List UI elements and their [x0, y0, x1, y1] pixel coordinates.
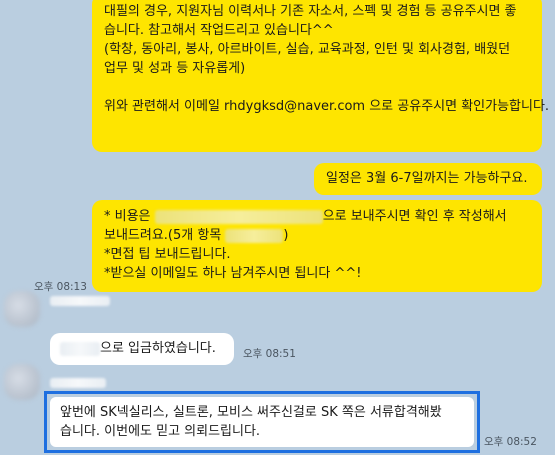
message-line: 앞번에 SK넥실리스, 실트론, 모비스 써주신걸로 SK 쪽은 서류합격해봤 — [60, 405, 442, 420]
message-line: 대필의 경우, 지원자님 이력서나 기존 자소서, 스펙 및 경험 등 공유주시… — [104, 4, 517, 19]
message-line — [104, 78, 530, 97]
message-text: 으로 입금하였습니다. — [100, 341, 216, 356]
message-line: 으로 입금하였습니다. — [60, 339, 224, 358]
message-text: 으로 보내주시면 확인 후 작성해서 — [322, 209, 507, 224]
message-line: 습니다. 이번에도 믿고 의뢰드립니다. — [60, 424, 261, 439]
redacted-sender-name — [50, 378, 106, 388]
message-text: ) — [283, 228, 289, 243]
message-text: 보내드려요.(5개 항목 — [104, 228, 226, 243]
other-message-bubble[interactable]: 앞번에 SK넥실리스, 실트론, 모비스 써주신걸로 SK 쪽은 서류합격해봤 … — [50, 397, 474, 447]
message-line: 보내드려요.(5개 항목 ) — [104, 226, 530, 245]
other-message-bubble[interactable]: 으로 입금하였습니다. — [50, 333, 234, 365]
redacted-amount — [225, 228, 284, 243]
message-timestamp: 오후 08:13 — [34, 281, 87, 293]
message-line: *받으실 이메일도 하나 남겨주시면 됩니다 ^^! — [104, 266, 362, 281]
message-line: (학창, 동아리, 봉사, 아르바이트, 실습, 교육과정, 인턴 및 회사경험… — [104, 42, 511, 57]
redacted-amount — [154, 209, 323, 224]
message-line: 위와 관련해서 이메일 rhdygksd@naver.com 으로 공유주시면 … — [104, 99, 550, 114]
sender-avatar[interactable] — [4, 364, 40, 400]
my-message-bubble[interactable]: * 비용은 으로 보내주시면 확인 후 작성해서 보내드려요.(5개 항목 ) … — [92, 200, 542, 292]
message-line: * 비용은 으로 보내주시면 확인 후 작성해서 — [104, 207, 530, 226]
message-timestamp: 오후 08:52 — [484, 436, 537, 448]
my-message-bubble[interactable]: 대필의 경우, 지원자님 이력서나 기존 자소서, 스펙 및 경험 등 공유주시… — [92, 0, 550, 152]
message-line: 습니다. 참고해서 작업드리고 있습니다^^ — [104, 23, 334, 38]
message-line: *면접 팁 보내드립니다. — [104, 247, 231, 262]
message-timestamp: 오후 08:51 — [243, 348, 296, 360]
message-line: 업무 및 성과 등 자유롭게) — [104, 61, 246, 76]
redacted-account — [60, 341, 100, 356]
sender-avatar[interactable] — [4, 291, 40, 327]
message-text: 일정은 3월 6-7일까지는 가능하구요. — [326, 171, 528, 186]
redacted-sender-name — [50, 296, 110, 306]
message-text: * 비용은 — [104, 209, 155, 224]
my-message-bubble[interactable]: 일정은 3월 6-7일까지는 가능하구요. — [314, 163, 542, 195]
